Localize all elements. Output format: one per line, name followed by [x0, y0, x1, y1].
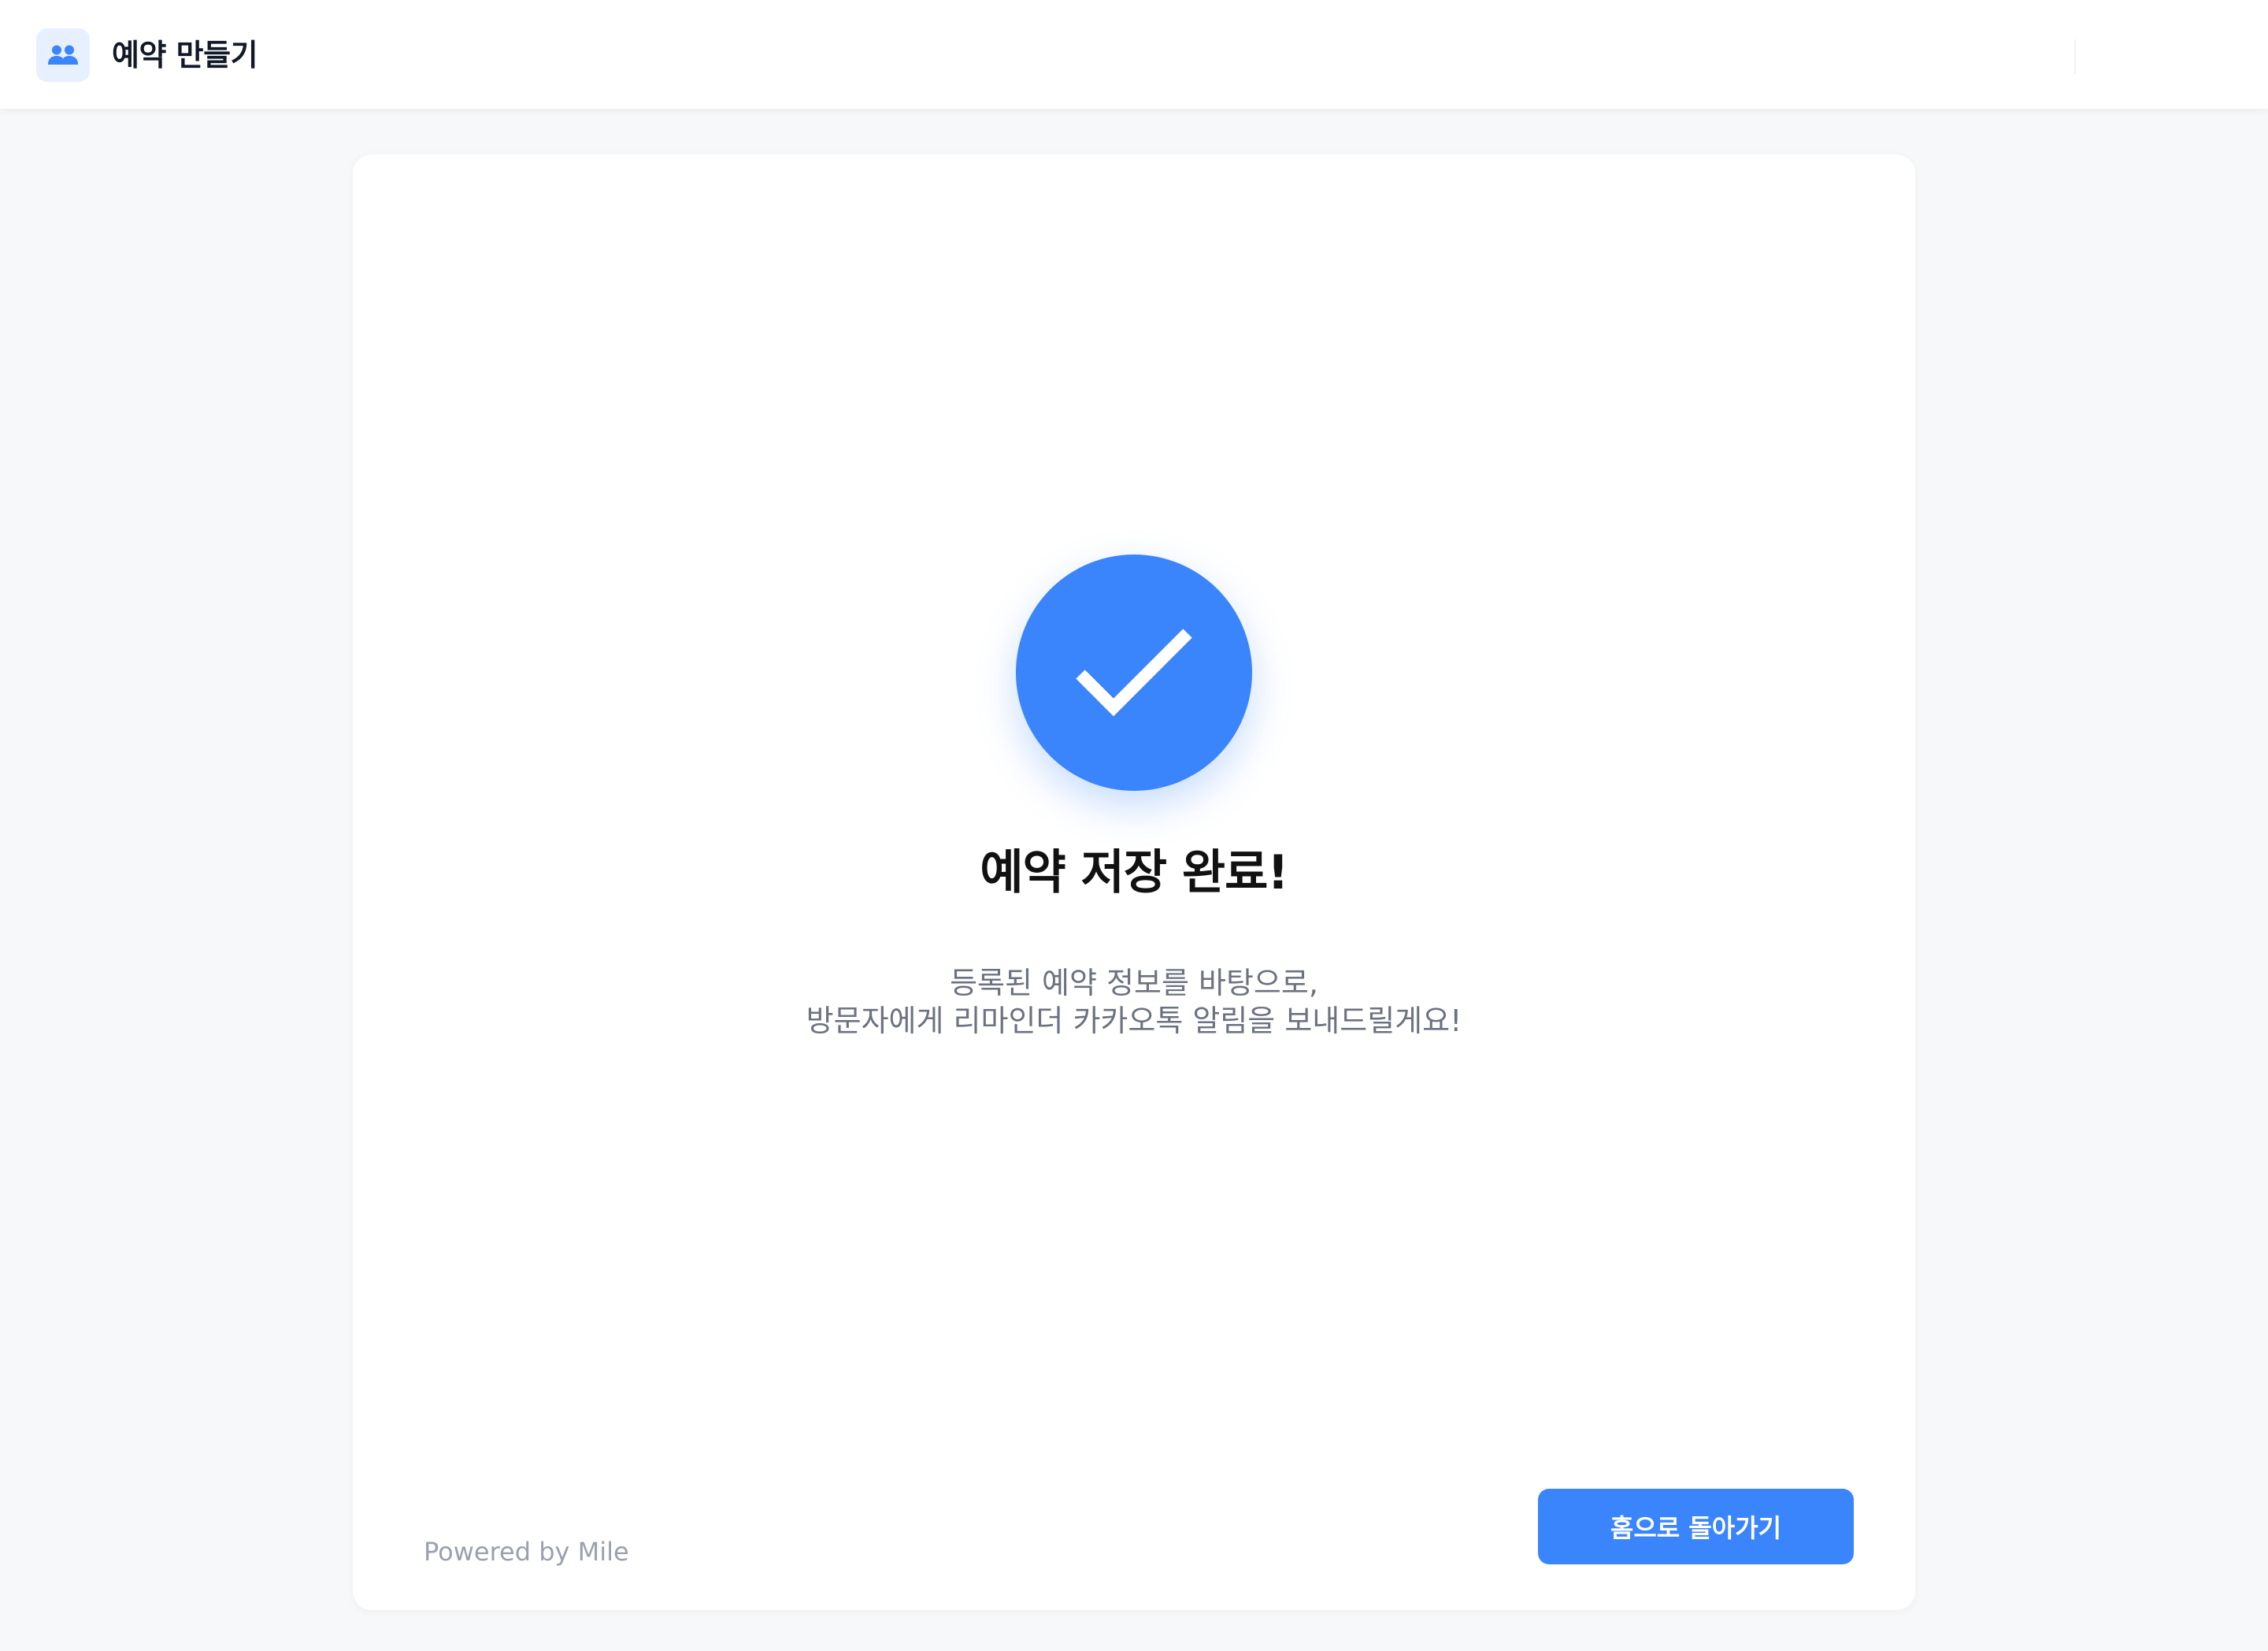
success-title: 예약 저장 완료!: [980, 845, 1288, 900]
description-line-1: 등록된 예약 정보를 바탕으로,: [950, 966, 1318, 1000]
go-home-button[interactable]: 홈으로 돌아가기: [1538, 1489, 1854, 1564]
header-divider: [2074, 39, 2076, 74]
powered-by-label: Powered by Mile: [424, 1537, 629, 1567]
users-icon: [36, 28, 90, 82]
top-navigation-bar: 예약 만들기: [0, 0, 2268, 109]
completion-card: 예약 저장 완료! 등록된 예약 정보를 바탕으로, 방문자에게 리마인더 카카…: [353, 154, 1915, 1610]
page-title: 예약 만들기: [112, 38, 258, 72]
check-icon: [1016, 555, 1252, 791]
description-line-2: 방문자에게 리마인더 카카오톡 알림을 보내드릴게요!: [806, 1004, 1462, 1038]
success-description: 등록된 예약 정보를 바탕으로, 방문자에게 리마인더 카카오톡 알림을 보내드…: [353, 964, 1915, 1040]
